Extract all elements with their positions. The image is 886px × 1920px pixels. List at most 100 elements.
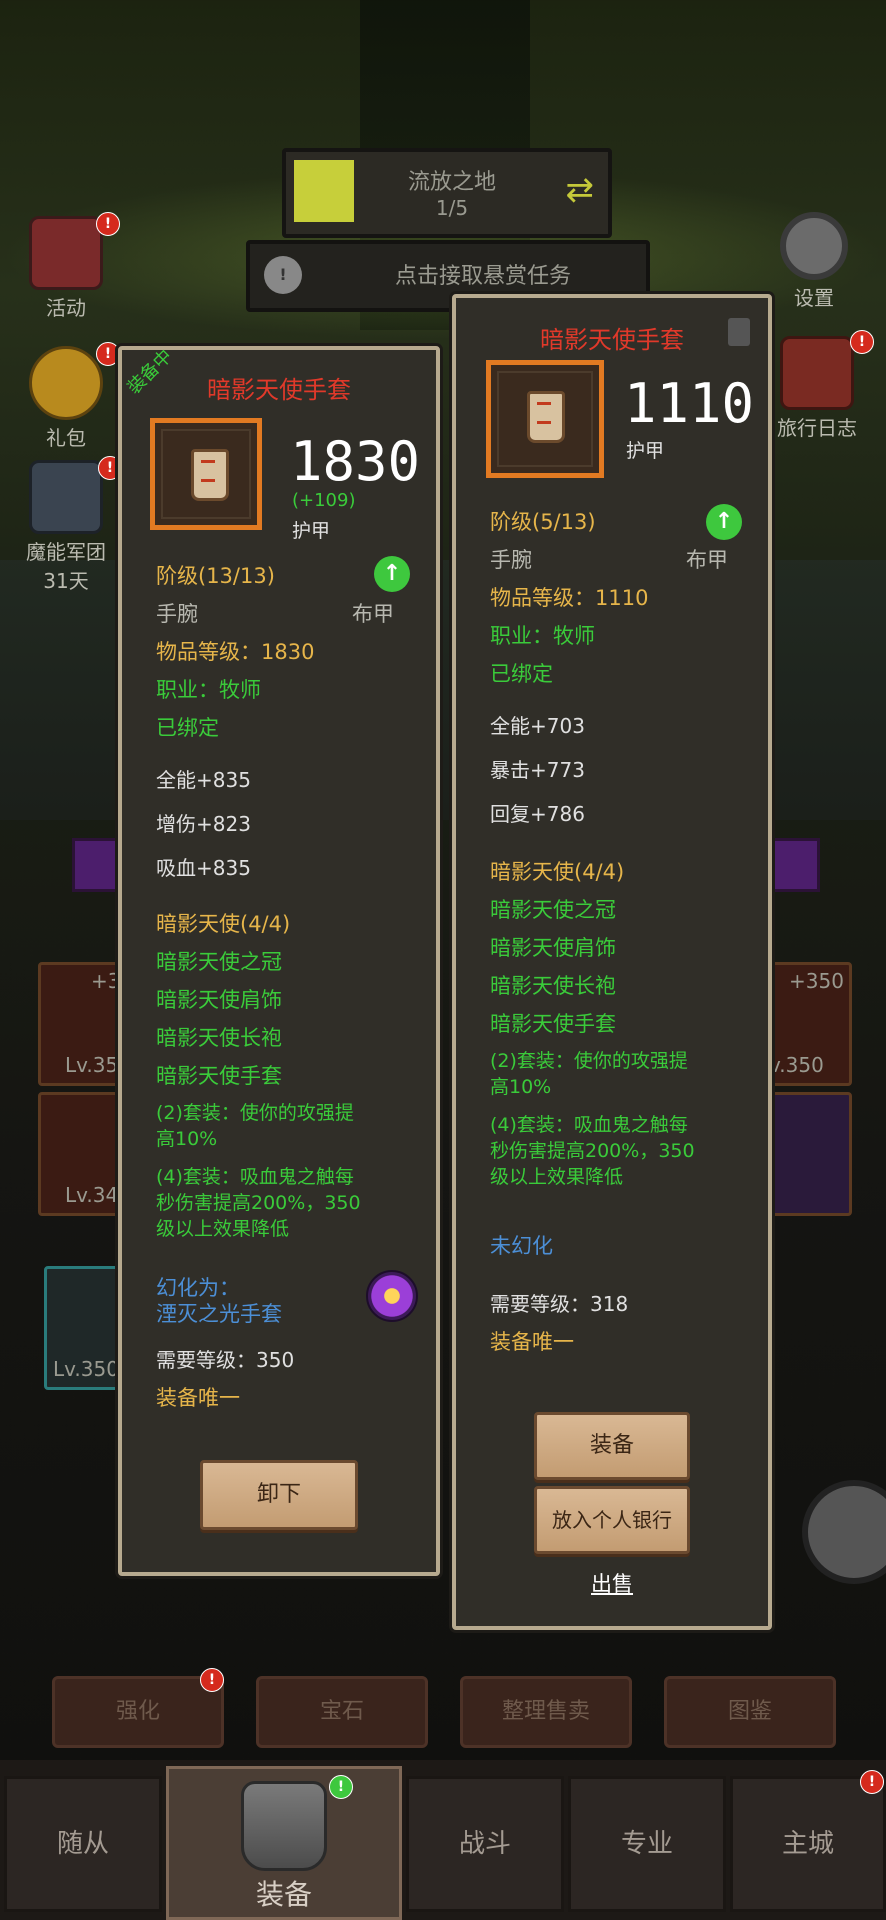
tab-gems[interactable]: 宝石	[256, 1676, 428, 1748]
compare-stat: 全能+703	[490, 714, 585, 738]
journal-badge: !	[850, 330, 874, 354]
transmog-orb-icon[interactable]	[366, 1270, 418, 1322]
nav-main-city[interactable]: 主城	[730, 1776, 886, 1912]
equipped-slot: 手腕	[156, 602, 198, 626]
upgrade-arrow-icon[interactable]: ↑	[374, 556, 410, 592]
equipped-set-bonus-4: (4)套装：吸血鬼之触每	[156, 1166, 354, 1188]
armor-icon	[241, 1781, 327, 1871]
equipped-bound: 已绑定	[156, 716, 219, 740]
side-activity-label: 活动	[46, 296, 86, 320]
equipped-armor-delta: (+109)	[292, 490, 356, 511]
compare-tier: 阶级(5/13)	[490, 510, 596, 534]
equipped-set-item: 暗影天使之冠	[156, 950, 282, 974]
compare-set-bonus-2: 高10%	[490, 1076, 552, 1098]
lock-icon[interactable]	[728, 318, 750, 346]
compare-armor-label: 护甲	[626, 440, 665, 462]
compare-set-bonus-2: (2)套装：使你的攻强提	[490, 1050, 688, 1072]
compare-class: 职业：牧师	[490, 624, 595, 648]
side-journal-button[interactable]: 旅行日志 !	[764, 330, 874, 441]
side-gift-button[interactable]: 礼包 !	[26, 342, 120, 451]
side-gift-label: 礼包	[46, 426, 86, 450]
compare-unique: 装备唯一	[490, 1330, 574, 1354]
alert-icon: !	[264, 256, 302, 294]
equipped-set-item: 暗影天使长袍	[156, 1026, 282, 1050]
unequip-button[interactable]: 卸下	[200, 1460, 358, 1530]
equipped-set-bonus-2: (2)套装：使你的攻强提	[156, 1102, 354, 1124]
equipped-set-item: 暗影天使肩饰	[156, 988, 282, 1012]
compare-armor-value: 1110	[624, 372, 755, 435]
glove-icon	[527, 391, 565, 443]
equipped-set-bonus-4: 级以上效果降低	[156, 1218, 290, 1240]
swap-arrows-icon[interactable]: ⇄	[566, 170, 595, 210]
enhance-badge: !	[200, 1668, 224, 1692]
side-legion-button[interactable]: 魔能军团 31天 !	[14, 456, 122, 594]
tab-enhance[interactable]: 强化	[52, 1676, 224, 1748]
calendar-icon	[29, 216, 103, 290]
compare-set-name: 暗影天使(4/4)	[490, 860, 625, 884]
compare-req-level: 需要等级：318	[490, 1292, 629, 1316]
equipped-armor-label: 护甲	[292, 520, 331, 542]
glove-icon	[191, 449, 229, 501]
gift-badge: !	[96, 342, 120, 366]
compare-item-icon-frame	[486, 360, 604, 478]
equipped-armor-value: 1830	[290, 430, 421, 493]
behind-slot-plus: +350	[789, 969, 844, 993]
behind-slot-level: Lv.34	[65, 1183, 119, 1207]
legion-helmet-icon	[29, 460, 103, 534]
compare-bound: 已绑定	[490, 662, 553, 686]
compare-slot: 手腕	[490, 548, 532, 572]
side-legion-days: 31天	[43, 569, 89, 593]
equipped-req-level: 需要等级：350	[156, 1348, 295, 1372]
tab-sell[interactable]: 整理售卖	[460, 1676, 632, 1748]
nav-equipment[interactable]: 装备 !	[166, 1766, 402, 1920]
sell-link[interactable]: 出售	[456, 1568, 768, 1598]
nav-equipment-label: 装备	[255, 1878, 312, 1911]
equipped-unique: 装备唯一	[156, 1386, 240, 1410]
behind-slot[interactable]	[766, 1092, 852, 1216]
tab-codex[interactable]: 图鉴	[664, 1676, 836, 1748]
activity-badge: !	[96, 212, 120, 236]
quest-bar-text: 点击接取悬赏任务	[394, 264, 571, 289]
equipped-material: 布甲	[352, 602, 394, 626]
compare-stat: 回复+786	[490, 802, 585, 826]
equipped-set-bonus-2: 高10%	[156, 1128, 218, 1150]
equipped-item-icon-frame	[150, 418, 262, 530]
bank-button[interactable]: 放入个人银行	[534, 1486, 690, 1554]
compare-set-item: 暗影天使手套	[490, 1012, 616, 1036]
compare-set-item: 暗影天使之冠	[490, 898, 616, 922]
floating-gear-icon[interactable]	[802, 1480, 886, 1584]
location-progress-bar	[294, 160, 354, 222]
equipment-badge: !	[329, 1775, 353, 1799]
equipped-item-level: 物品等级：1830	[156, 640, 315, 664]
equipped-transmog-name: 湮灭之光手套	[156, 1302, 282, 1326]
side-activity-button[interactable]: 活动 !	[26, 212, 120, 321]
equip-button[interactable]: 装备	[534, 1412, 690, 1480]
location-page: 1/5	[435, 196, 469, 220]
side-journal-label: 旅行日志	[777, 416, 857, 440]
location-banner[interactable]: 流放之地 1/5 ⇄	[282, 148, 612, 238]
behind-slot[interactable]: +350 v.350	[766, 962, 852, 1086]
equipped-set-bonus-4: 秒伤害提高200%，350	[156, 1192, 361, 1214]
nav-battle[interactable]: 战斗	[406, 1776, 564, 1912]
side-legion-label: 魔能军团	[26, 540, 106, 564]
compare-transmog: 未幻化	[490, 1234, 553, 1258]
nav-profession[interactable]: 专业	[568, 1776, 726, 1912]
behind-slot-level: Lv.350	[53, 1357, 119, 1381]
equipped-set-item: 暗影天使手套	[156, 1064, 282, 1088]
upgrade-arrow-icon[interactable]: ↑	[706, 504, 742, 540]
gift-coin-icon	[29, 346, 103, 420]
compare-set-bonus-4: 级以上效果降低	[490, 1166, 624, 1188]
compare-item-tooltip: 暗影天使手套 1110 护甲 阶级(5/13) ↑ 手腕 布甲 物品等级：111…	[452, 294, 772, 1630]
behind-slot-level: v.350	[769, 1053, 824, 1077]
nav-followers[interactable]: 随从	[4, 1776, 162, 1912]
side-settings-button[interactable]: 设置	[774, 212, 854, 311]
compare-set-bonus-4: (4)套装：吸血鬼之触每	[490, 1114, 688, 1136]
journal-book-icon	[780, 336, 854, 410]
equipped-stat: 全能+835	[156, 768, 251, 792]
main-city-badge: !	[860, 1770, 884, 1794]
equipped-stat: 吸血+835	[156, 856, 251, 880]
compare-set-item: 暗影天使肩饰	[490, 936, 616, 960]
behind-slot-plus: +3	[91, 969, 121, 993]
compare-set-item: 暗影天使长袍	[490, 974, 616, 998]
compare-item-level: 物品等级：1110	[490, 586, 649, 610]
